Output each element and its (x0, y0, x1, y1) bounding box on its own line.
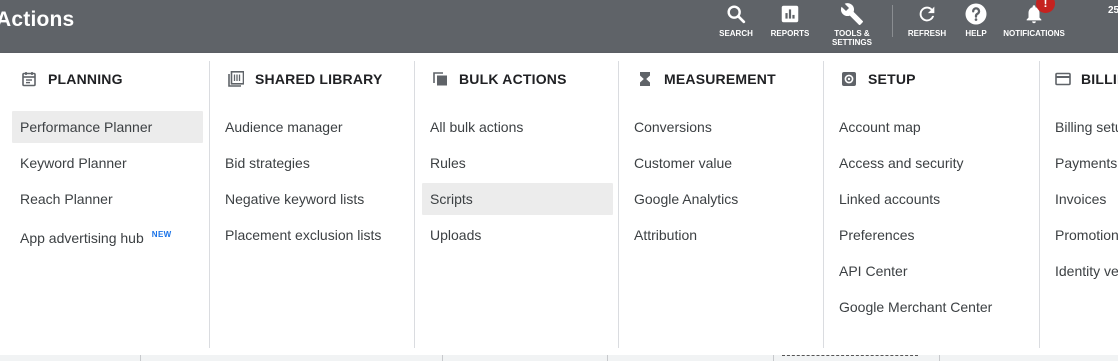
menu-heading-label: MEASUREMENT (664, 71, 776, 87)
table-divider (140, 355, 141, 361)
calendar-icon (20, 70, 38, 88)
credit-card-icon (1055, 70, 1071, 88)
menu-heading-label: SETUP (868, 71, 916, 87)
menu-column-measurement: MEASUREMENT Conversions Customer value G… (618, 61, 824, 348)
menu-item-access-and-security[interactable]: Access and security (831, 147, 1031, 179)
menu-item-preferences[interactable]: Preferences (831, 219, 1031, 251)
search-button[interactable]: SEARCH (717, 0, 755, 53)
menu-item-negative-keyword-lists[interactable]: Negative keyword lists (217, 183, 408, 215)
help-button[interactable]: HELP (960, 0, 992, 53)
table-divider (773, 355, 774, 361)
tools-settings-menu: PLANNING Performance Planner Keyword Pla… (0, 53, 1118, 355)
menu-item-audience-manager[interactable]: Audience manager (217, 111, 408, 143)
menu-item-uploads[interactable]: Uploads (422, 219, 613, 251)
menu-item-attribution[interactable]: Attribution (626, 219, 817, 251)
reports-button[interactable]: REPORTS (769, 0, 811, 53)
dashed-underline (782, 355, 918, 356)
page-title: Actions (0, 8, 75, 31)
menu-item-google-analytics[interactable]: Google Analytics (626, 183, 817, 215)
refresh-button[interactable]: REFRESH (906, 0, 948, 53)
menu-item-scripts[interactable]: Scripts (422, 183, 613, 215)
menu-heading-measurement: MEASUREMENT (619, 61, 824, 97)
menu-item-linked-accounts[interactable]: Linked accounts (831, 183, 1031, 215)
notifications-button-label: NOTIFICATIONS (1003, 29, 1065, 38)
menu-item-identity-verification[interactable]: Identity verification (1047, 255, 1118, 287)
menu-item-payments[interactable]: Payments (1047, 147, 1118, 179)
library-icon (227, 70, 245, 88)
tools-settings-button-label: TOOLS & SETTINGS (831, 29, 872, 47)
menu-item-app-advertising-hub[interactable]: App advertising hub NEW (12, 219, 203, 251)
reports-button-label: REPORTS (770, 29, 810, 38)
menu-item-reach-planner[interactable]: Reach Planner (12, 183, 203, 215)
menu-item-rules[interactable]: Rules (422, 147, 613, 179)
bar-chart-icon (778, 2, 802, 26)
table-divider (939, 355, 940, 361)
menu-item-billing-setup[interactable]: Billing setup (1047, 111, 1118, 143)
menu-item-customer-value[interactable]: Customer value (626, 147, 817, 179)
menu-column-bulk-actions: BULK ACTIONS All bulk actions Rules Scri… (414, 61, 619, 348)
menu-heading-billing: BILLING (1040, 61, 1118, 97)
menu-column-shared-library: SHARED LIBRARY Audience manager Bid stra… (209, 61, 415, 348)
underlying-page-strip (0, 355, 1118, 361)
menu-heading-label: BULK ACTIONS (459, 71, 567, 87)
menu-item-google-merchant-center[interactable]: Google Merchant Center (831, 291, 1031, 323)
table-divider (607, 355, 608, 361)
menu-item-conversions[interactable]: Conversions (626, 111, 817, 143)
table-divider (442, 355, 443, 361)
menu-heading-bulk-actions: BULK ACTIONS (415, 61, 619, 97)
help-button-label: HELP (965, 29, 987, 38)
help-icon (964, 2, 988, 26)
wrench-icon (840, 2, 864, 26)
menu-item-promotions[interactable]: Promotions (1047, 219, 1118, 251)
top-bar: Actions SEARCH REPORTS TOOLS & SETTINGS … (0, 0, 1118, 53)
search-icon (724, 2, 748, 26)
settings-box-icon (840, 70, 858, 88)
menu-item-api-center[interactable]: API Center (831, 255, 1031, 287)
menu-heading-label: BILLING (1081, 71, 1118, 87)
refresh-button-label: REFRESH (907, 29, 947, 38)
menu-item-account-map[interactable]: Account map (831, 111, 1031, 143)
menu-column-setup: SETUP Account map Access and security Li… (823, 61, 1040, 348)
notifications-button[interactable]: NOTIFICATIONS (1003, 0, 1065, 53)
menu-heading-label: PLANNING (48, 71, 123, 87)
menu-heading-planning: PLANNING (0, 61, 209, 97)
menu-heading-shared-library: SHARED LIBRARY (210, 61, 415, 97)
account-id-fragment: 25 (1108, 5, 1118, 16)
menu-heading-setup: SETUP (824, 61, 1040, 97)
search-button-label: SEARCH (719, 29, 753, 38)
menu-item-invoices[interactable]: Invoices (1047, 183, 1118, 215)
menu-item-keyword-planner[interactable]: Keyword Planner (12, 147, 203, 179)
new-badge: NEW (151, 230, 172, 239)
menu-heading-label: SHARED LIBRARY (255, 71, 383, 87)
tools-settings-button[interactable]: TOOLS & SETTINGS (828, 0, 876, 53)
copy-icon (431, 70, 449, 88)
menu-item-performance-planner[interactable]: Performance Planner (12, 111, 203, 143)
menu-item-label: App advertising hub (20, 230, 144, 246)
menu-column-planning: PLANNING Performance Planner Keyword Pla… (0, 61, 209, 348)
toolbar-divider (892, 5, 893, 37)
menu-item-all-bulk-actions[interactable]: All bulk actions (422, 111, 613, 143)
refresh-icon (915, 2, 939, 26)
menu-item-bid-strategies[interactable]: Bid strategies (217, 147, 408, 179)
menu-item-placement-exclusion-lists[interactable]: Placement exclusion lists (217, 219, 408, 251)
hourglass-icon (636, 70, 654, 88)
menu-column-billing: BILLING Billing setup Payments Invoices … (1039, 61, 1118, 348)
